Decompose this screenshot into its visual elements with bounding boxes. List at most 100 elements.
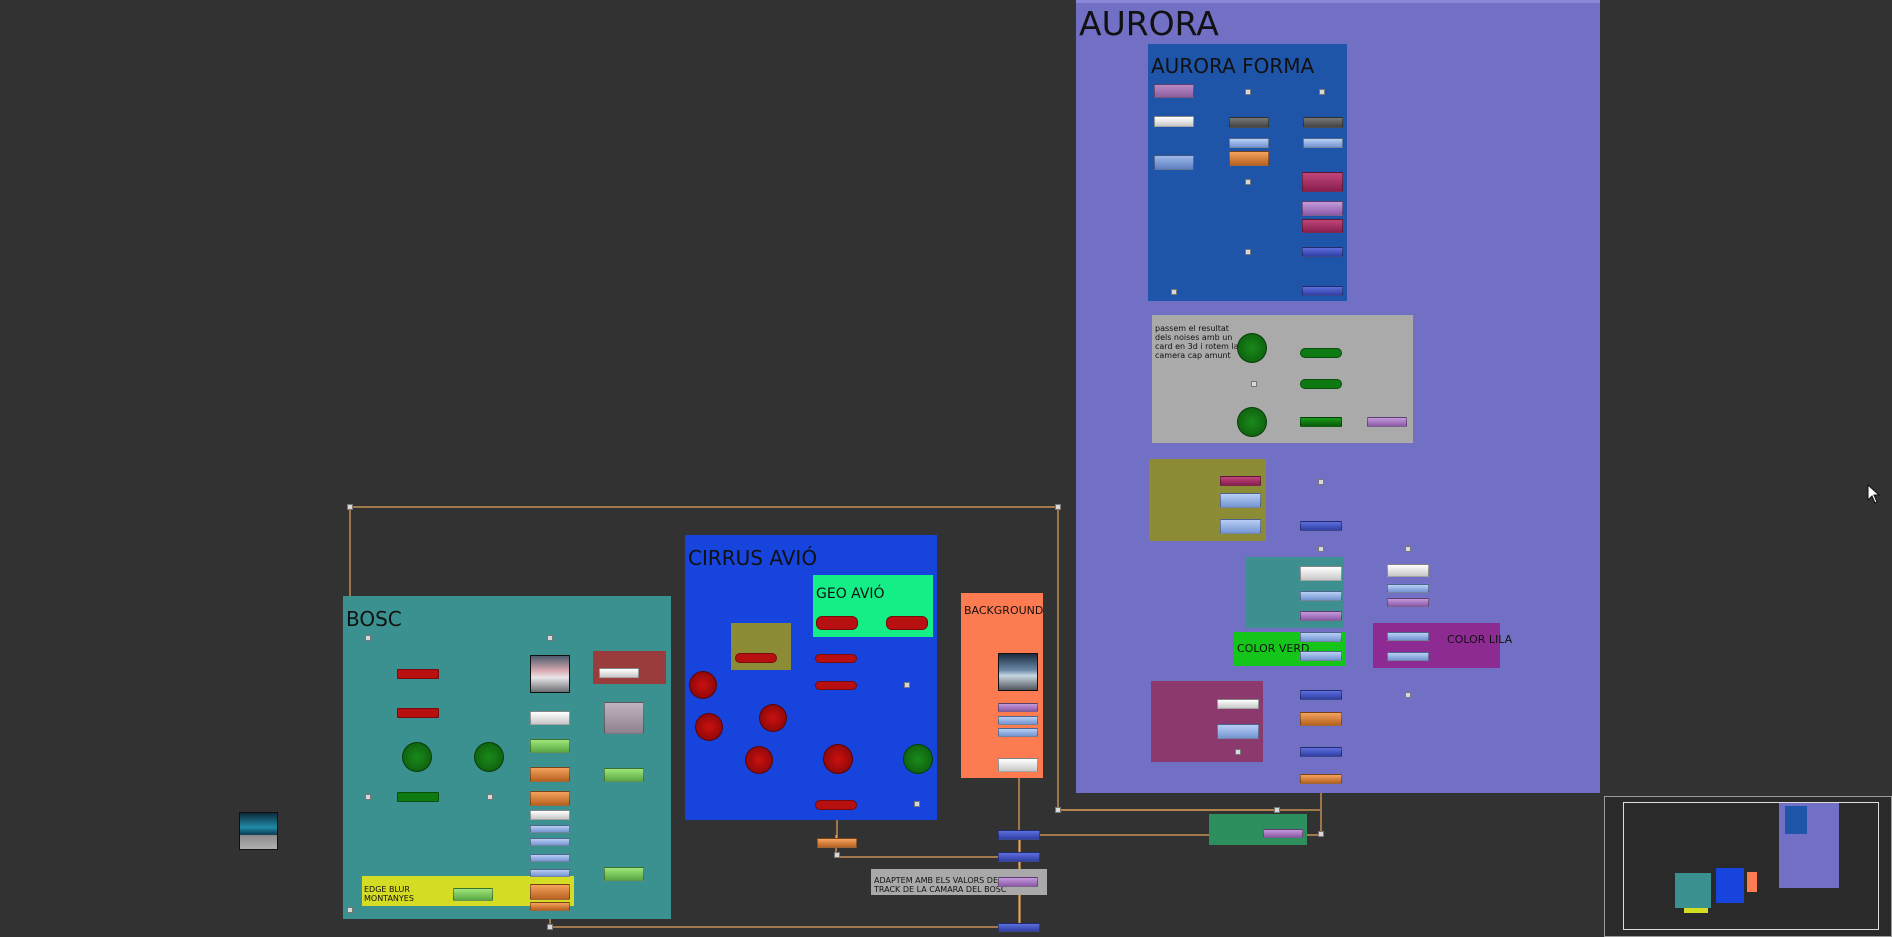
dot-node[interactable] bbox=[1318, 546, 1324, 552]
merge-node[interactable] bbox=[1302, 247, 1343, 257]
merge-node[interactable] bbox=[1302, 286, 1343, 296]
grade-node[interactable] bbox=[530, 739, 570, 753]
grade-node[interactable] bbox=[1302, 172, 1343, 192]
grade-node[interactable] bbox=[1220, 476, 1261, 486]
dot-node[interactable] bbox=[1405, 692, 1411, 698]
dot-node[interactable] bbox=[365, 794, 371, 800]
read-node[interactable] bbox=[1300, 774, 1342, 784]
constant-node[interactable] bbox=[1387, 564, 1429, 577]
scanline-node[interactable] bbox=[816, 616, 858, 630]
card-disabled-node[interactable] bbox=[474, 742, 504, 772]
scanline-node[interactable] bbox=[1300, 379, 1342, 389]
write-disabled-node[interactable] bbox=[397, 669, 439, 679]
scanline-node[interactable] bbox=[735, 653, 777, 663]
read-thumbnail[interactable] bbox=[998, 653, 1038, 691]
scanline-node[interactable] bbox=[815, 800, 857, 810]
scene-node[interactable] bbox=[759, 704, 787, 732]
dot-node[interactable] bbox=[347, 907, 353, 913]
card-disabled-node[interactable] bbox=[402, 742, 432, 772]
merge-node[interactable] bbox=[1300, 521, 1342, 531]
transform-node[interactable] bbox=[1303, 138, 1343, 148]
grade-node[interactable] bbox=[604, 768, 644, 782]
dot-node[interactable] bbox=[1318, 479, 1324, 485]
transform-node[interactable] bbox=[1217, 724, 1259, 739]
transform-node[interactable] bbox=[1229, 138, 1269, 148]
dot-node[interactable] bbox=[1055, 807, 1061, 813]
scanline-node[interactable] bbox=[1300, 348, 1342, 358]
dot-node[interactable] bbox=[1245, 89, 1251, 95]
merge-node[interactable] bbox=[998, 923, 1040, 932]
transform-node[interactable] bbox=[530, 825, 570, 833]
grade-node[interactable] bbox=[1154, 84, 1194, 98]
scanline-node[interactable] bbox=[886, 616, 928, 630]
grade-node[interactable] bbox=[1302, 201, 1343, 216]
grade-node[interactable] bbox=[1367, 417, 1407, 427]
transform-node[interactable] bbox=[1220, 519, 1261, 534]
dot-node[interactable] bbox=[1055, 504, 1061, 510]
scanline-node[interactable] bbox=[815, 681, 857, 690]
dot-node[interactable] bbox=[1245, 249, 1251, 255]
constant-node[interactable] bbox=[1217, 699, 1259, 709]
constant-node[interactable] bbox=[530, 810, 570, 820]
read-node[interactable] bbox=[1300, 712, 1342, 726]
minimap[interactable] bbox=[1604, 796, 1892, 937]
transform-node[interactable] bbox=[530, 854, 570, 862]
dot-node[interactable] bbox=[1318, 831, 1324, 837]
dot-node[interactable] bbox=[1405, 546, 1411, 552]
scene-node[interactable] bbox=[823, 744, 853, 774]
scene-disabled-node[interactable] bbox=[689, 671, 717, 699]
grade-node[interactable] bbox=[998, 703, 1038, 712]
grade-node[interactable] bbox=[998, 877, 1038, 887]
dot-node[interactable] bbox=[904, 682, 910, 688]
constant-node[interactable] bbox=[530, 711, 570, 725]
dot-node[interactable] bbox=[365, 635, 371, 641]
grade-node[interactable] bbox=[1263, 829, 1303, 838]
constant-node[interactable] bbox=[1154, 116, 1194, 127]
noise-node[interactable] bbox=[1229, 117, 1269, 128]
read-node[interactable] bbox=[530, 884, 570, 900]
constant-node[interactable] bbox=[998, 758, 1038, 772]
dot-node[interactable] bbox=[547, 635, 553, 641]
read-thumbnail[interactable] bbox=[530, 655, 570, 693]
dot-node[interactable] bbox=[1245, 179, 1251, 185]
merge-node[interactable] bbox=[1300, 690, 1342, 700]
transform-node[interactable] bbox=[530, 838, 570, 846]
dot-node[interactable] bbox=[1235, 749, 1241, 755]
dot-node[interactable] bbox=[347, 504, 353, 510]
read-node[interactable] bbox=[530, 767, 570, 782]
dot-node[interactable] bbox=[1319, 89, 1325, 95]
transform-node[interactable] bbox=[1300, 591, 1342, 601]
scene-disabled-node[interactable] bbox=[695, 713, 723, 741]
card-node[interactable] bbox=[1237, 407, 1267, 437]
card-node[interactable] bbox=[1237, 333, 1267, 363]
viewer-icon[interactable] bbox=[239, 812, 278, 850]
read-node[interactable] bbox=[530, 791, 570, 806]
dot-node[interactable] bbox=[1274, 807, 1280, 813]
grade-node[interactable] bbox=[1300, 611, 1342, 621]
dot-node[interactable] bbox=[547, 924, 553, 930]
noise-node[interactable] bbox=[1303, 117, 1343, 128]
constant-node[interactable] bbox=[1300, 566, 1342, 581]
merge-node[interactable] bbox=[998, 852, 1040, 862]
dot-node[interactable] bbox=[1171, 289, 1177, 295]
transform-node[interactable] bbox=[530, 869, 570, 877]
transform-node[interactable] bbox=[1387, 652, 1429, 661]
constant-node[interactable] bbox=[599, 668, 639, 678]
grade-node[interactable] bbox=[604, 867, 644, 881]
grade-node[interactable] bbox=[1387, 598, 1429, 607]
scanline-node[interactable] bbox=[815, 654, 857, 663]
transform-node[interactable] bbox=[1387, 584, 1429, 593]
grade-node[interactable] bbox=[453, 888, 493, 901]
transform-node[interactable] bbox=[1387, 632, 1429, 641]
merge-node[interactable] bbox=[998, 830, 1040, 840]
transform-node[interactable] bbox=[1154, 155, 1194, 170]
grade-node[interactable] bbox=[1302, 219, 1343, 233]
read-node[interactable] bbox=[1229, 151, 1269, 166]
backdrop-purple[interactable] bbox=[1151, 681, 1263, 762]
render-node[interactable] bbox=[1300, 417, 1342, 427]
dot-node[interactable] bbox=[914, 801, 920, 807]
transform-node[interactable] bbox=[1300, 632, 1342, 642]
write-disabled-node[interactable] bbox=[397, 708, 439, 718]
constant-node[interactable] bbox=[604, 702, 644, 734]
card-node[interactable] bbox=[903, 744, 933, 774]
